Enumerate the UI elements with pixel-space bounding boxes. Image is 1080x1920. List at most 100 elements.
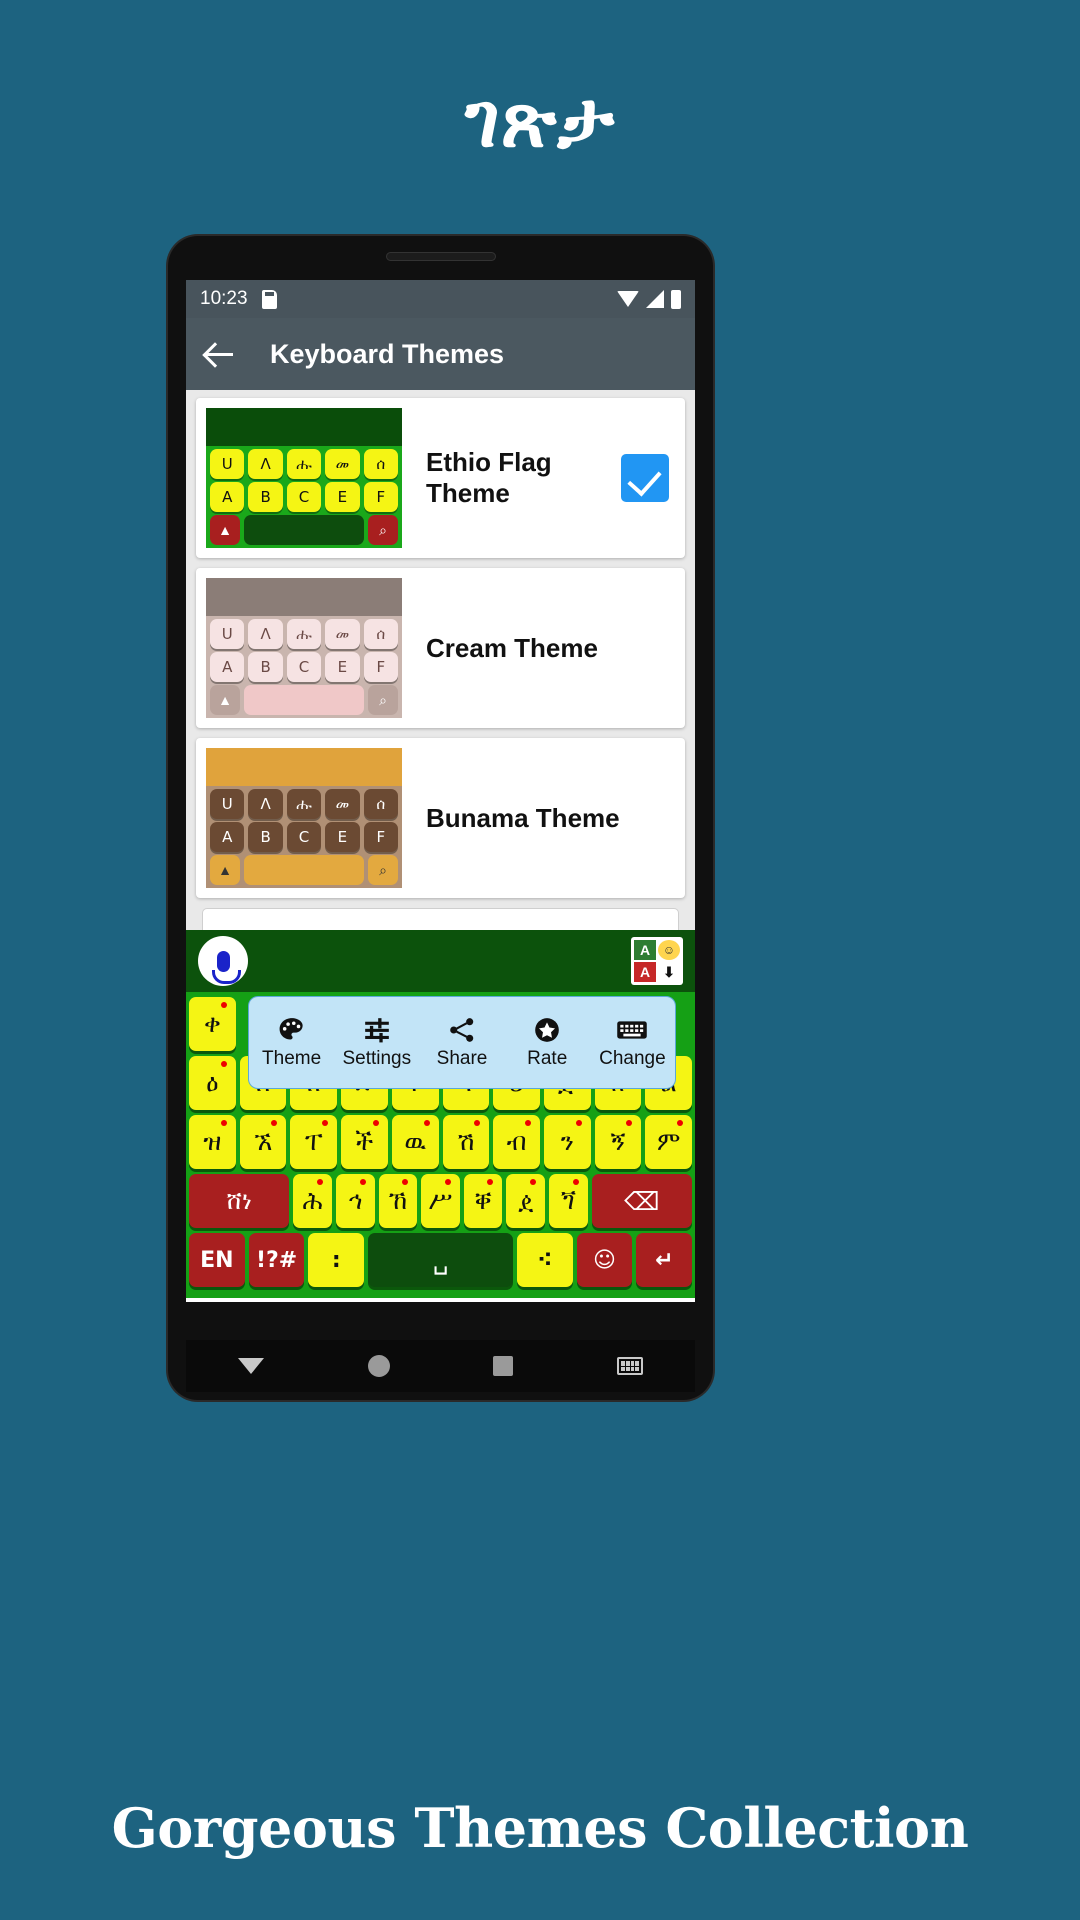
popup-menu-item-theme[interactable]: Theme <box>249 1015 334 1070</box>
wifi-icon <box>617 291 639 307</box>
theme-list[interactable]: U Λ ሑ መ ሰ A B C E F ▲ ⌕ Ethio Flag Theme… <box>186 390 695 930</box>
preview-space-key <box>244 515 364 545</box>
preview-shift-icon: ▲ <box>210 685 240 715</box>
keyboard-key[interactable]: ኝ <box>594 1115 642 1169</box>
status-bar: 10:23 <box>186 280 695 318</box>
theme-name: Ethio Flag Theme <box>426 447 552 508</box>
battery-icon <box>671 289 681 309</box>
preview-space-key <box>244 685 364 715</box>
popup-menu-item-change[interactable]: Change <box>590 1015 675 1070</box>
keyboard-row: EN !?# : ␣ ⁖ ☺ ↵ <box>189 1233 693 1287</box>
preview-key: F <box>363 652 399 682</box>
keyboard-popup-menu[interactable]: Theme Settings Share Rate Change <box>248 996 676 1089</box>
status-icons <box>617 289 681 309</box>
popup-menu-item-rate[interactable]: Rate <box>505 1015 590 1070</box>
preview-key: መ <box>325 449 360 479</box>
share-icon <box>445 1015 479 1045</box>
keyboard-key[interactable]: ን <box>543 1115 591 1169</box>
keyboard-key[interactable]: ሽ <box>442 1115 490 1169</box>
keyboard-rows: Theme Settings Share Rate Change ቀ ዕ ዝ ኧ… <box>186 992 695 1298</box>
preview-search-icon: ⌕ <box>368 515 398 545</box>
keyboard-key[interactable]: ዸ <box>506 1174 546 1228</box>
keyboard-key-language[interactable]: EN <box>189 1233 245 1287</box>
keyboard-key[interactable]: ች <box>341 1115 388 1169</box>
keyboard-key[interactable]: ቐ <box>463 1174 503 1228</box>
popup-menu-label: Change <box>599 1048 666 1069</box>
preview-key: U <box>210 619 245 649</box>
sliders-icon <box>360 1015 394 1045</box>
popup-menu-label: Rate <box>527 1048 568 1069</box>
lang-cell: A <box>634 940 656 960</box>
promo-screenshot: ገጽታ 10:23 Keyboard Themes U Λ ሑ መ ሰ A B … <box>0 0 1080 1920</box>
preview-key: መ <box>325 789 360 819</box>
keyboard-key[interactable]: ዝ <box>189 1115 236 1169</box>
keyboard-key[interactable]: ኅ <box>335 1174 375 1228</box>
preview-key: B <box>248 822 283 852</box>
popup-menu-label: Settings <box>342 1048 412 1069</box>
keyboard-key[interactable]: ዕ <box>189 1056 236 1110</box>
preview-key: ሑ <box>286 619 322 649</box>
suggestion-bar: A ☺ A ⬇ <box>186 930 695 992</box>
app-bar-title: Keyboard Themes <box>270 338 505 369</box>
keyboard-key-symbols[interactable]: !?# <box>248 1233 305 1287</box>
emoji-icon[interactable]: ☺ <box>576 1233 633 1287</box>
keyboard-icon[interactable] <box>617 1357 644 1375</box>
back-arrow-icon[interactable] <box>204 338 236 370</box>
text-input-field[interactable] <box>202 908 679 930</box>
preview-key: A <box>210 652 245 682</box>
keyboard-key-dots[interactable]: ⁖ <box>516 1233 573 1287</box>
lang-cell: ☺ <box>658 940 680 960</box>
preview-search-icon: ⌕ <box>368 855 398 885</box>
language-switch-icon[interactable]: A ☺ A ⬇ <box>631 937 683 985</box>
preview-key: C <box>286 652 322 682</box>
recents-square-icon[interactable] <box>493 1356 514 1376</box>
star-icon <box>530 1015 564 1045</box>
keyboard-key-space[interactable]: ␣ <box>368 1233 513 1287</box>
keyboard-key-shift[interactable]: ሸነ <box>189 1174 290 1228</box>
keyboard-key[interactable]: ኸ <box>378 1174 418 1228</box>
enter-icon[interactable]: ↵ <box>636 1233 693 1287</box>
keyboard-key[interactable]: ም <box>645 1115 693 1169</box>
keyboard-key[interactable]: ፐ <box>290 1115 338 1169</box>
promo-caption: Gorgeous Themes Collection <box>111 1796 969 1860</box>
popup-menu-item-share[interactable]: Share <box>419 1015 504 1070</box>
backspace-icon[interactable]: ⌫ <box>591 1174 693 1228</box>
preview-key: F <box>363 822 399 852</box>
keyboard-key[interactable]: ቀ <box>189 997 236 1051</box>
home-circle-icon[interactable] <box>367 1355 390 1377</box>
theme-preview-thumbnail: U Λ ሑ መ ሰ A B C E F ▲ ⌕ <box>206 408 402 548</box>
keyboard-key[interactable]: ሥ <box>421 1174 460 1228</box>
keyboard-key-punctuation[interactable]: : <box>308 1233 365 1287</box>
preview-key: U <box>210 789 245 819</box>
popup-menu-item-settings[interactable]: Settings <box>334 1015 419 1070</box>
lang-cell: A <box>634 962 656 982</box>
theme-list-item[interactable]: U Λ ሑ መ ሰ A B C E F <box>196 398 685 558</box>
preview-key: E <box>325 482 360 512</box>
preview-key: U <box>210 449 245 479</box>
theme-list-item[interactable]: U Λ ሑ መ ሰ A B C E F <box>196 738 685 898</box>
preview-key: A <box>210 822 245 852</box>
keyboard-key[interactable]: ዉ <box>391 1115 439 1169</box>
theme-name: Cream Theme <box>426 632 598 663</box>
back-triangle-icon[interactable] <box>237 1358 264 1374</box>
preview-key: E <box>325 652 360 682</box>
keyboard-key[interactable]: ብ <box>493 1115 540 1169</box>
preview-key: መ <box>325 619 360 649</box>
preview-key: A <box>210 482 245 512</box>
microphone-icon[interactable] <box>198 936 248 986</box>
status-time: 10:23 <box>200 288 248 309</box>
keyboard-key[interactable]: ጘ <box>549 1174 588 1228</box>
keyboard: A ☺ A ⬇ Theme Settings Share Rate Change… <box>186 930 695 1298</box>
preview-key: Λ <box>248 449 283 479</box>
android-nav-bar <box>186 1340 695 1392</box>
preview-key: ሰ <box>363 789 399 819</box>
keyboard-key[interactable]: ሕ <box>293 1174 332 1228</box>
keyboard-key[interactable]: ኧ <box>239 1115 287 1169</box>
theme-selected-checkbox[interactable] <box>621 454 669 502</box>
preview-key: ሰ <box>363 619 399 649</box>
theme-name: Bunama Theme <box>426 802 620 833</box>
preview-search-icon: ⌕ <box>368 685 398 715</box>
preview-key: ሰ <box>363 449 399 479</box>
theme-list-item[interactable]: U Λ ሑ መ ሰ A B C E F <box>196 568 685 728</box>
lang-cell: ⬇ <box>658 962 680 982</box>
